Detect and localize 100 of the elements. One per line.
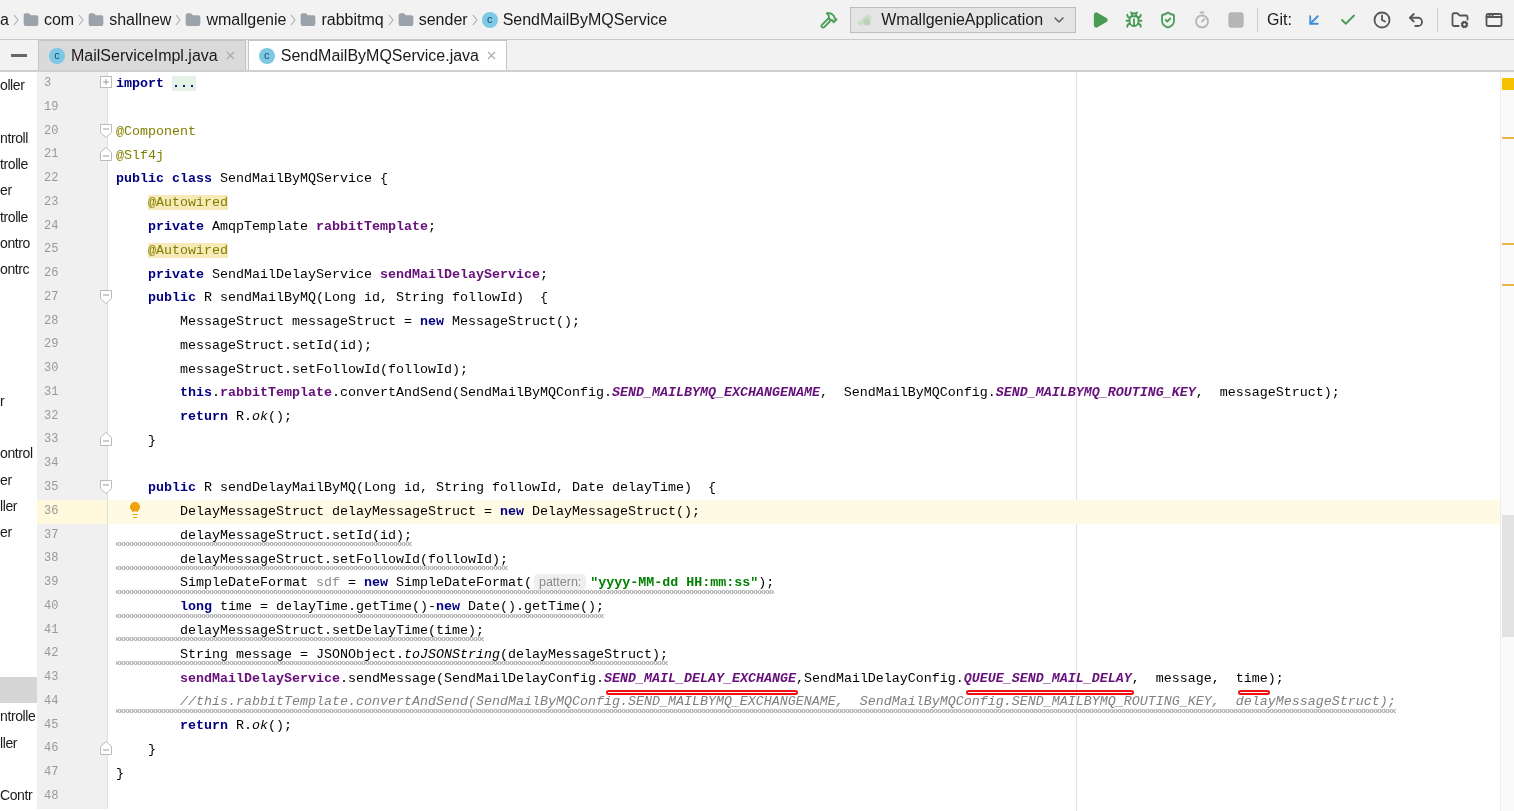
tree-item[interactable]: Contr (0, 787, 33, 804)
folder-icon (185, 11, 202, 28)
line-number: 34 (44, 456, 59, 471)
line-number: 45 (44, 717, 59, 732)
tree-item[interactable]: ller (0, 497, 18, 514)
line-number: 24 (44, 218, 59, 233)
line-number: 26 (44, 266, 59, 281)
fold-icon[interactable] (100, 741, 112, 756)
line-number: 21 (44, 147, 59, 162)
chevron-icon (471, 13, 478, 26)
folder-icon (88, 11, 105, 28)
code-line: String message = JSONObject.toJSONString(delayMessageStruct); (180, 646, 668, 662)
selected-tree-row[interactable] (0, 676, 37, 704)
tree-item[interactable]: ntroll (0, 129, 28, 146)
fold-icon[interactable] (100, 147, 112, 162)
editor-tab[interactable]: c MailServiceImpl.java (38, 40, 246, 70)
tree-item[interactable]: oller (0, 77, 25, 94)
run-configuration-dropdown[interactable]: WmallgenieApplication (850, 6, 1077, 33)
code-line: return R.ok(); (180, 718, 292, 734)
tree-item[interactable]: er (0, 182, 12, 199)
line-number: 42 (44, 646, 59, 661)
line-number: 20 (44, 123, 59, 138)
window-icon (1484, 10, 1503, 29)
code-line: long time = delayTime.getTime()-new Date().getTime(); (180, 599, 604, 615)
line-number: 32 (44, 408, 59, 423)
breadcrumb-item[interactable]: a (0, 10, 9, 29)
breadcrumb-item[interactable]: sender (397, 10, 468, 29)
fold-icon[interactable] (100, 480, 112, 494)
line-number: 3 (44, 76, 52, 90)
class-icon: c (49, 47, 65, 64)
chevron-icon (78, 13, 85, 26)
code-line: messageStruct.setId(id); (180, 337, 372, 353)
tree-item[interactable]: trolle (0, 208, 28, 225)
code-line: public R sendMailByMQ(Long id, String followId) { (148, 290, 548, 306)
line-number: 30 (44, 361, 59, 376)
line-number: 44 (44, 693, 59, 708)
chevron-icon (12, 13, 19, 26)
code-line: private AmqpTemplate rabbitTemplate; (148, 218, 436, 234)
tree-item[interactable]: ontrol (0, 445, 33, 462)
code-line: sendMailDelayService.sendMessage(SendMailDelayConfig.SEND_MAIL_DELAY_EXCHANGE,SendMailDelayConfig.QUEUE_SEND_MAIL_DELAY, message, time); (180, 670, 1284, 686)
close-icon[interactable] (485, 49, 498, 62)
line-number: 33 (44, 432, 59, 447)
tree-item[interactable]: ontrc (0, 261, 30, 278)
class-icon: c (258, 47, 275, 64)
code-line: } (148, 432, 156, 448)
code-line: messageStruct.setFollowId(followId); (180, 361, 468, 377)
line-number: 41 (44, 622, 59, 637)
folder-icon (397, 11, 414, 28)
folder-icon (1450, 10, 1469, 29)
editor-tab[interactable]: c SendMailByMQService.java (247, 40, 507, 70)
line-number: 22 (44, 171, 59, 186)
folder-icon (22, 11, 39, 28)
breadcrumb-item[interactable]: rabbitmq (300, 10, 384, 29)
code-line: this.rabbitTemplate.convertAndSend(SendMailByMQConfig.SEND_MAILBYMQ_EXCHANGENAME, SendMailByMQConfig.SEND_MAILBYMQ_ROUTING_KEY, messageStruct); (180, 385, 1340, 401)
line-number: 46 (44, 741, 59, 756)
chevron-icon (175, 13, 182, 26)
line-number: 48 (44, 788, 59, 803)
code-line: import ... (116, 76, 196, 92)
fold-icon[interactable] (100, 289, 112, 304)
code-line: delayMessageStruct.setFollowId(followId); (180, 551, 508, 567)
chevron-icon (387, 13, 394, 26)
line-number: 29 (44, 337, 59, 352)
code-line: public class SendMailByMQService { (116, 171, 388, 187)
line-number: 31 (44, 384, 59, 399)
tree-item[interactable]: r (0, 392, 5, 409)
line-number: 23 (44, 194, 59, 209)
fold-icon[interactable] (100, 123, 112, 138)
shield-icon (1158, 10, 1177, 29)
breadcrumb-item[interactable]: c SendMailByMQService (481, 10, 668, 29)
line-number: 25 (44, 242, 59, 257)
tree-item[interactable]: ntrolle (0, 708, 36, 725)
breadcrumb-item[interactable]: shallnew (88, 10, 172, 29)
code-line: @Component (116, 123, 196, 139)
clock-icon (1372, 10, 1391, 29)
tree-item[interactable]: trolle (0, 156, 28, 173)
code-line: return R.ok(); (180, 409, 292, 425)
code-line: } (116, 765, 124, 781)
tree-item[interactable]: ontro (0, 234, 30, 251)
tree-item[interactable]: er (0, 524, 12, 541)
line-number: 43 (44, 670, 59, 685)
code-line: MessageStruct messageStruct = new MessageStruct(); (180, 314, 580, 330)
line-number: 39 (44, 575, 59, 590)
line-number: 35 (44, 480, 59, 494)
line-number: 38 (44, 551, 59, 566)
folder-icon (300, 11, 317, 28)
line-number: 40 (44, 598, 59, 613)
class-icon: c (481, 11, 498, 28)
code-line: DelayMessageStruct delayMessageStruct = new DelayMessageStruct(); (180, 504, 700, 520)
fold-icon[interactable] (100, 432, 112, 447)
code-line: @Slf4j (116, 147, 164, 163)
breadcrumb-item[interactable]: wmallgenie (185, 10, 287, 29)
code-line: } (148, 741, 156, 757)
line-number: 47 (44, 765, 59, 780)
expand-icon[interactable] (100, 76, 112, 88)
tree-item[interactable]: ller (0, 734, 18, 751)
code-line: delayMessageStruct.setId(id); (180, 527, 412, 543)
tree-item[interactable]: er (0, 471, 12, 488)
breadcrumb-item[interactable]: com (22, 10, 75, 29)
code-line: public R sendDelayMailByMQ(Long id, String followId, Date delayTime) { (148, 480, 716, 496)
app-icon (857, 13, 874, 26)
